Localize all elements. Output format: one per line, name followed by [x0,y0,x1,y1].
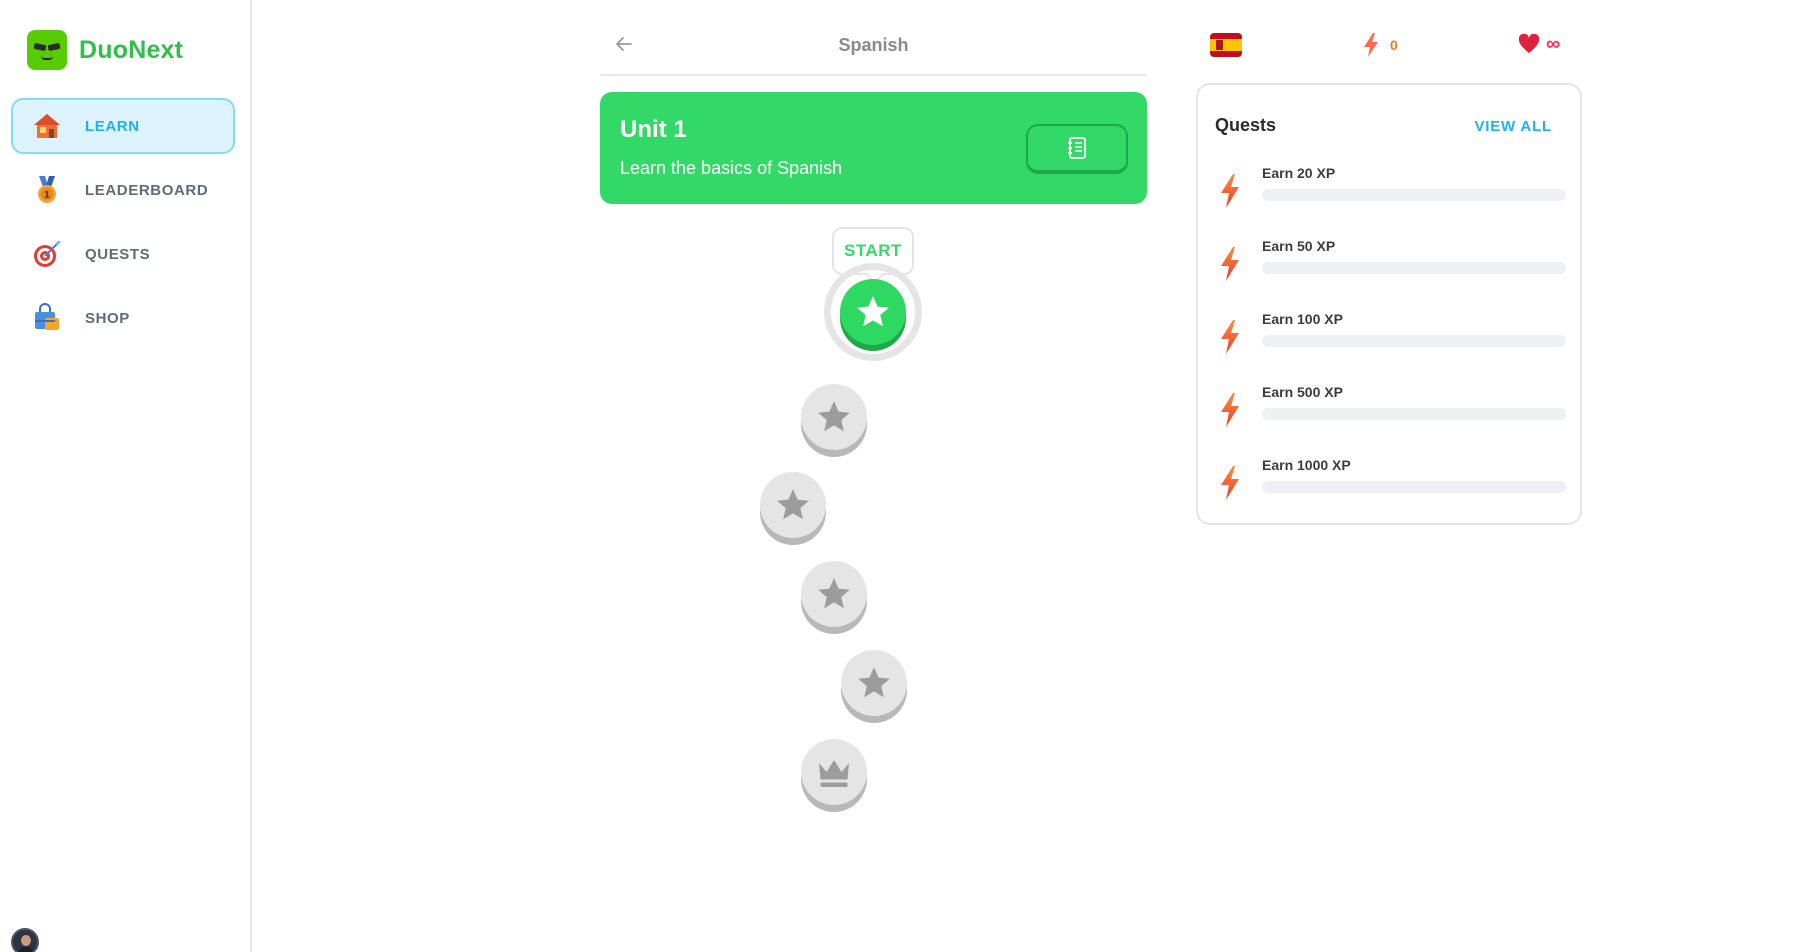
lightning-icon [1221,320,1239,354]
lesson-node-3[interactable] [760,472,826,538]
quest-progress-bar [1262,408,1566,420]
lightning-icon [1221,174,1239,208]
quests-title: Quests [1215,115,1277,135]
quest-progress-bar [1262,335,1566,347]
star-icon [858,667,890,698]
avatar[interactable] [11,928,39,952]
quest-progress-bar [1262,189,1566,201]
quest-item[interactable]: Earn 20 XP [1218,165,1566,225]
quest-label: Earn 500 XP [1262,384,1343,400]
heart-icon [1518,34,1540,54]
hearts-counter[interactable]: ∞ [1518,34,1560,54]
unit-title: Unit 1 [620,116,687,143]
quest-item[interactable]: Earn 1000 XP [1218,457,1566,517]
star-icon [818,578,850,609]
app-name: DuoNext [79,35,184,64]
stats-bar: 0 ∞ [1210,28,1570,62]
course-title: Spanish [838,35,909,55]
sidebar-item-label: LEADERBOARD [85,181,209,199]
svg-text:1: 1 [44,190,51,201]
sidebar-nav: LEARN 1 LEADERBOARD QUESTS SHOP [11,98,235,354]
quest-item[interactable]: Earn 50 XP [1218,238,1566,298]
lightning-icon [1221,466,1239,500]
target-icon [31,238,63,270]
sidebar-item-label: LEARN [85,117,140,135]
crown-icon [819,760,849,787]
lesson-node-6[interactable] [801,739,867,805]
lightning-icon [1221,247,1239,281]
app-logo[interactable]: DuoNext [27,30,183,70]
star-icon [777,489,809,520]
lesson-node-2[interactable] [801,384,867,450]
sidebar: DuoNext LEARN 1 LEADERBOARD QUESTS SHOP [0,0,252,952]
unit-subtitle: Learn the basics of Spanish [620,158,843,178]
guidebook-button[interactable] [1026,124,1128,174]
sidebar-item-shop[interactable]: SHOP [11,290,235,346]
lesson-node-5[interactable] [841,650,907,716]
quest-label: Earn 20 XP [1262,165,1336,181]
quest-item[interactable]: Earn 500 XP [1218,384,1566,444]
lesson-node-4[interactable] [801,561,867,627]
star-icon [857,296,889,327]
logo-mascot-icon [27,30,67,70]
quest-label: Earn 50 XP [1262,238,1336,254]
lightning-icon [1364,33,1378,57]
quest-progress-bar [1262,262,1566,274]
hearts-value: ∞ [1546,33,1561,55]
xp-counter[interactable]: 0 [1362,32,1398,58]
quest-progress-bar [1262,481,1566,493]
sidebar-item-label: QUESTS [85,245,151,263]
sidebar-item-learn[interactable]: LEARN [11,98,235,154]
sidebar-item-quests[interactable]: QUESTS [11,226,235,282]
house-icon [31,110,63,142]
unit-banner: Unit 1 Learn the basics of Spanish [600,92,1147,204]
xp-value: 0 [1390,37,1398,53]
star-icon [818,401,850,432]
quest-label: Earn 100 XP [1262,311,1343,327]
view-all-link[interactable]: VIEW ALL [1474,118,1552,135]
sidebar-item-leaderboard[interactable]: 1 LEADERBOARD [11,162,235,218]
course-header: Spanish [600,22,1147,76]
quest-label: Earn 1000 XP [1262,457,1351,473]
medal-icon: 1 [31,174,63,206]
quests-panel: Quests VIEW ALL Earn 20 XP Earn 50 XP Ea… [1196,83,1582,525]
spain-flag-icon[interactable] [1210,33,1242,57]
lesson-node-1[interactable] [840,279,906,345]
notebook-icon [1068,137,1086,159]
sidebar-item-label: SHOP [85,309,130,327]
lightning-icon [1221,393,1239,427]
quest-item[interactable]: Earn 100 XP [1218,311,1566,371]
shopping-bag-icon [31,302,63,334]
